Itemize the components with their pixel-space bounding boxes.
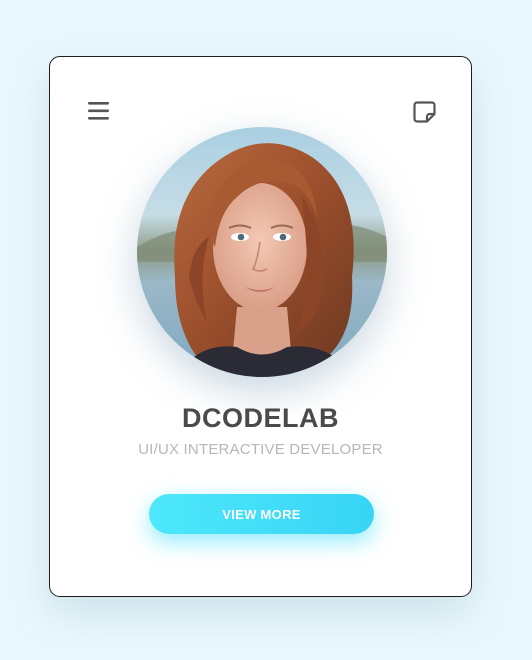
avatar <box>137 127 387 377</box>
profile-name: DCODELAB <box>182 403 339 433</box>
profile-card: DCODELAB UI/UX INTERACTIVE DEVELOPER VIE… <box>49 56 472 597</box>
view-more-button[interactable]: VIEW MORE <box>149 494 374 534</box>
profile-role: UI/UX INTERACTIVE DEVELOPER <box>138 441 383 458</box>
hamburger-menu-icon[interactable] <box>87 100 111 122</box>
sticky-note-icon[interactable] <box>413 100 437 124</box>
